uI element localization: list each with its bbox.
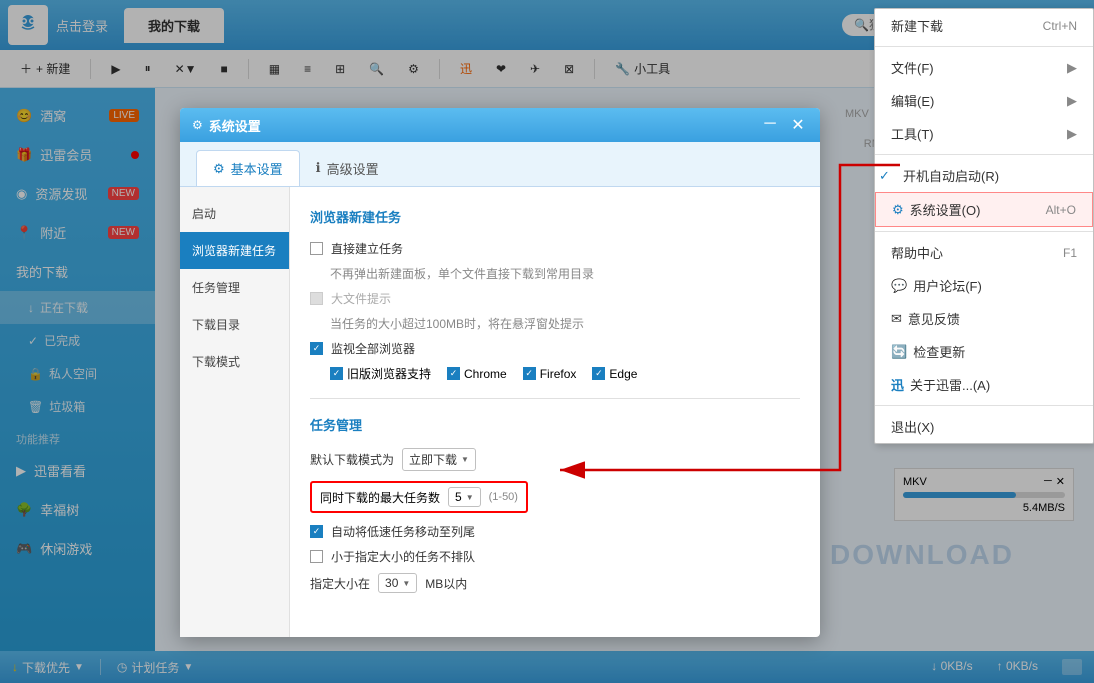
monitor-browsers-option: 监视全部浏览器 — [310, 340, 800, 357]
tab-advanced-settings[interactable]: ℹ 高级设置 — [300, 150, 395, 186]
dialog-title-bar: ⚙ 系统设置 ─ ✕ — [180, 108, 820, 142]
dialog-main-content: 浏览器新建任务 直接建立任务 不再弹出新建面板，单个文件直接下载到常用目录 大文… — [290, 187, 820, 637]
dialog-sidebar: 启动 浏览器新建任务 任务管理 下载目录 下载模式 — [180, 187, 290, 637]
menu-sep-4 — [875, 405, 1093, 406]
default-mode-select[interactable]: 立即下载 ▼ — [402, 448, 476, 471]
max-tasks-row: 同时下载的最大任务数 5 ▼ (1-50) — [310, 481, 800, 513]
menu-new-download[interactable]: 新建下载 Ctrl+N — [875, 9, 1093, 42]
browser-chrome: Chrome — [447, 365, 507, 382]
tasks-range-hint: (1-50) — [489, 491, 518, 503]
dialog-minimize[interactable]: ─ — [760, 115, 780, 135]
menu-settings[interactable]: ⚙ 系统设置(O) Alt+O — [875, 192, 1093, 227]
default-mode-row: 默认下载模式为 立即下载 ▼ — [310, 448, 800, 471]
dialog-sidebar-startup[interactable]: 启动 — [180, 195, 289, 232]
chrome-checkbox[interactable] — [447, 367, 460, 380]
large-file-hint: 当任务的大小超过100MB时，将在悬浮窗处提示 — [330, 315, 800, 332]
tab-basic-settings[interactable]: ⚙ 基本设置 — [196, 150, 300, 186]
dialog-body: 启动 浏览器新建任务 任务管理 下载目录 下载模式 浏览器新建任务 直接建立任务… — [180, 187, 820, 637]
auto-move-checkbox[interactable] — [310, 525, 323, 538]
dialog-settings-icon: ⚙ — [192, 118, 203, 132]
context-menu: 新建下载 Ctrl+N 文件(F) ▶ 编辑(E) ▶ 工具(T) ▶ 开机自动… — [874, 8, 1094, 444]
tasks-select-arrow: ▼ — [466, 493, 474, 502]
dialog-sidebar-browser-tasks[interactable]: 浏览器新建任务 — [180, 232, 289, 269]
edge-checkbox[interactable] — [592, 367, 605, 380]
dialog-sidebar-task-mgmt[interactable]: 任务管理 — [180, 269, 289, 306]
large-file-option: 大文件提示 — [310, 290, 800, 307]
size-limit-row: 指定大小在 30 ▼ MB以内 — [310, 573, 800, 593]
no-queue-option: 小于指定大小的任务不排队 — [310, 548, 800, 565]
dialog-close[interactable]: ✕ — [788, 115, 808, 135]
thunder-icon: 迅 — [891, 375, 904, 394]
direct-task-hint: 不再弹出新建面板，单个文件直接下载到常用目录 — [330, 265, 800, 282]
menu-sep-2 — [875, 154, 1093, 155]
menu-sep-1 — [875, 46, 1093, 47]
browser-firefox: Firefox — [523, 365, 577, 382]
max-tasks-select[interactable]: 5 ▼ — [448, 487, 481, 507]
dialog-sidebar-download-dir[interactable]: 下载目录 — [180, 306, 289, 343]
size-select[interactable]: 30 ▼ — [378, 573, 417, 593]
menu-edit[interactable]: 编辑(E) ▶ — [875, 84, 1093, 117]
menu-feedback[interactable]: ✉ 意见反馈 — [875, 302, 1093, 335]
menu-sep-3 — [875, 231, 1093, 232]
firefox-checkbox[interactable] — [523, 367, 536, 380]
browser-section-title: 浏览器新建任务 — [310, 207, 800, 226]
auto-move-option: 自动将低速任务移动至列尾 — [310, 523, 800, 540]
basic-settings-icon: ⚙ — [213, 161, 225, 177]
menu-help[interactable]: 帮助中心 F1 — [875, 236, 1093, 269]
max-tasks-highlight: 同时下载的最大任务数 5 ▼ (1-50) — [310, 481, 528, 513]
update-icon: 🔄 — [891, 344, 907, 360]
no-queue-checkbox[interactable] — [310, 550, 323, 563]
size-select-arrow: ▼ — [402, 579, 410, 588]
system-settings-dialog: ⚙ 系统设置 ─ ✕ ⚙ 基本设置 ℹ 高级设置 启动 浏览器新建任务 — [180, 108, 820, 637]
dialog-controls: ─ ✕ — [760, 115, 808, 135]
menu-forum[interactable]: 💬 用户论坛(F) — [875, 269, 1093, 302]
direct-task-option: 直接建立任务 — [310, 240, 800, 257]
menu-tools[interactable]: 工具(T) ▶ — [875, 117, 1093, 150]
section-divider — [310, 398, 800, 399]
mode-select-arrow: ▼ — [461, 455, 469, 464]
forum-icon: 💬 — [891, 278, 907, 294]
menu-startup[interactable]: 开机自动启动(R) — [875, 159, 1093, 192]
menu-exit[interactable]: 退出(X) — [875, 410, 1093, 443]
dialog-tabs: ⚙ 基本设置 ℹ 高级设置 — [180, 142, 820, 187]
feedback-icon: ✉ — [891, 311, 902, 327]
browser-old: 旧版浏览器支持 — [330, 365, 431, 382]
direct-task-checkbox[interactable] — [310, 242, 323, 255]
menu-file[interactable]: 文件(F) ▶ — [875, 51, 1093, 84]
browser-edge: Edge — [592, 365, 637, 382]
menu-about[interactable]: 迅 关于迅雷...(A) — [875, 368, 1093, 401]
advanced-settings-icon: ℹ — [316, 160, 321, 176]
large-file-checkbox[interactable] — [310, 292, 323, 305]
dialog-sidebar-download-mode[interactable]: 下载模式 — [180, 343, 289, 380]
old-browser-checkbox[interactable] — [330, 367, 343, 380]
settings-gear-icon: ⚙ — [892, 202, 904, 218]
monitor-browsers-checkbox[interactable] — [310, 342, 323, 355]
menu-check-update[interactable]: 🔄 检查更新 — [875, 335, 1093, 368]
task-mgmt-title: 任务管理 — [310, 415, 800, 434]
dialog-title: 系统设置 — [209, 116, 261, 135]
browser-list: 旧版浏览器支持 Chrome Firefox Edge — [330, 365, 800, 382]
